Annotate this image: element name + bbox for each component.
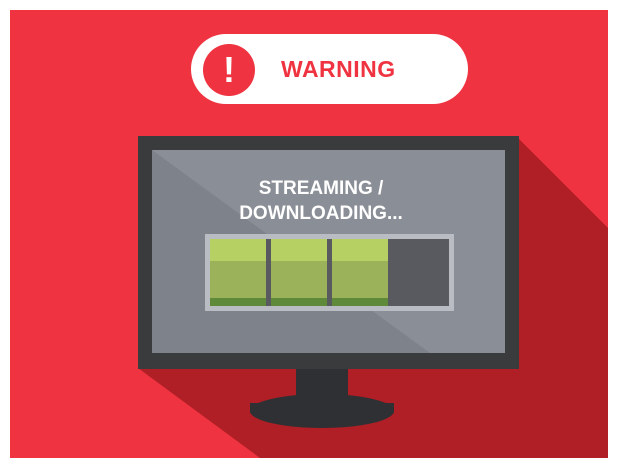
progress-segment-empty	[393, 239, 449, 306]
progress-segment-filled	[271, 239, 327, 306]
screen-message: STREAMING / DOWNLOADING...	[160, 176, 482, 226]
monitor-icon	[138, 136, 519, 428]
warning-illustration: ! WARNING STREAMING / DOWNLOADING...	[10, 10, 608, 458]
screen-message-line1: STREAMING /	[258, 178, 384, 199]
screen-message-line2: DOWNLOADING...	[239, 203, 403, 224]
illustration-canvas: ! WARNING STREAMING / DOWNLOADING...	[0, 0, 618, 468]
progress-segment-filled	[332, 239, 388, 306]
progress-segment-filled	[210, 239, 266, 306]
